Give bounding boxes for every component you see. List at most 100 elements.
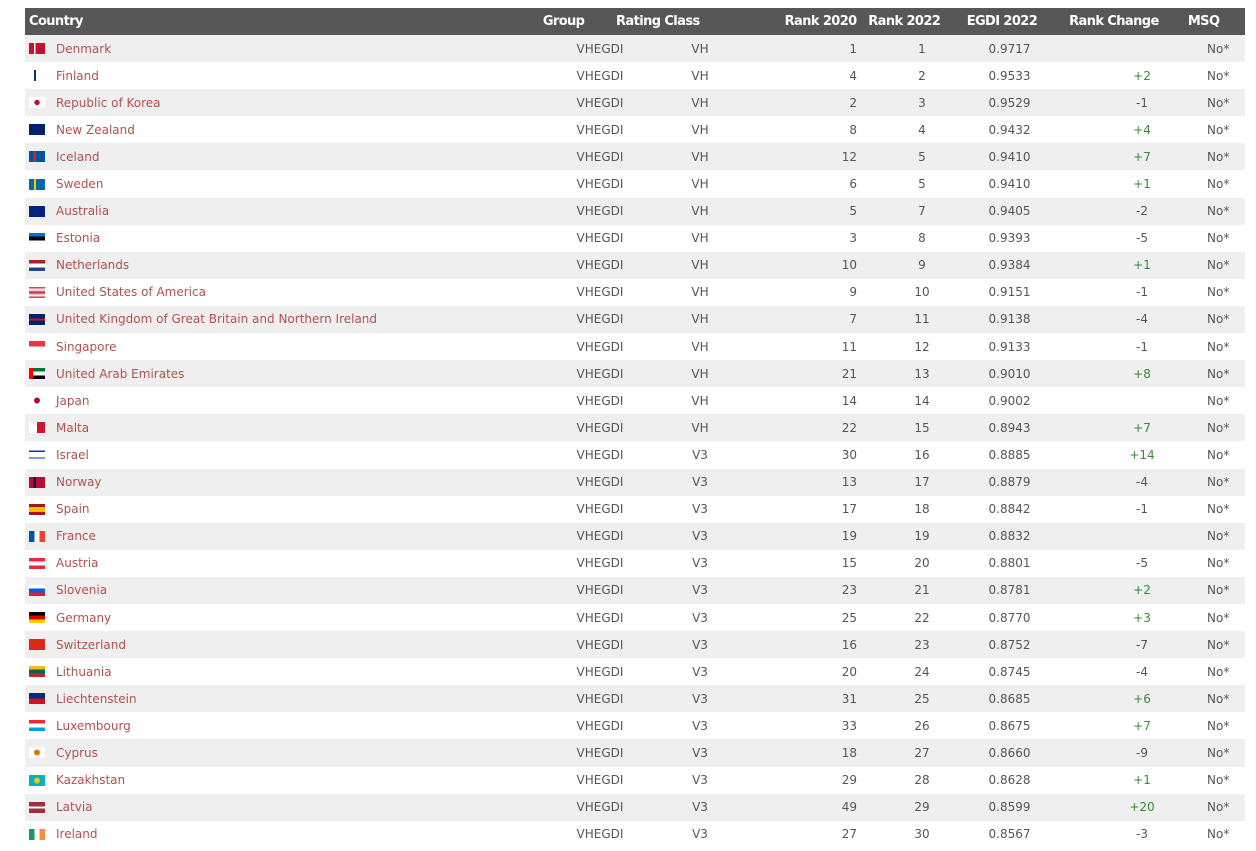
flag-icon bbox=[29, 178, 45, 190]
country-link[interactable]: United Arab Emirates bbox=[56, 367, 184, 381]
country-link[interactable]: Australia bbox=[56, 204, 109, 218]
country-link[interactable]: Finland bbox=[56, 69, 99, 83]
country-cell: Kazakhstan bbox=[25, 773, 535, 787]
flag-icon bbox=[29, 557, 45, 569]
header-msq[interactable]: MSQ bbox=[1176, 14, 1245, 29]
rank-2020-cell: 22 bbox=[841, 420, 857, 435]
rank-2020-cell: 27 bbox=[841, 827, 857, 842]
egdi-2022-cell: 0.8752 bbox=[988, 637, 1031, 652]
rank-2022-cell: 13 bbox=[914, 366, 930, 381]
rating-class-cell: VH bbox=[691, 339, 709, 354]
country-cell: Finland bbox=[25, 69, 535, 83]
country-link[interactable]: Ireland bbox=[56, 827, 98, 841]
group-cell: VHEGDI bbox=[576, 800, 624, 815]
country-link[interactable]: Japan bbox=[56, 394, 89, 408]
group-cell: VHEGDI bbox=[576, 177, 624, 192]
country-cell: Cyprus bbox=[25, 746, 535, 760]
header-group[interactable]: Group bbox=[511, 14, 616, 29]
rank-2020-cell: 19 bbox=[841, 529, 857, 544]
country-link[interactable]: Switzerland bbox=[56, 638, 126, 652]
rating-class-cell: V3 bbox=[692, 583, 708, 598]
rank-2022-cell: 15 bbox=[914, 420, 930, 435]
country-cell: United States of America bbox=[25, 285, 535, 299]
country-link[interactable]: Netherlands bbox=[56, 258, 129, 272]
country-link[interactable]: Malta bbox=[56, 421, 89, 435]
header-country[interactable]: Country bbox=[25, 14, 511, 29]
header-rank-change[interactable]: Rank Change bbox=[1052, 14, 1176, 29]
country-link[interactable]: Liechtenstein bbox=[56, 692, 137, 706]
rank-change-cell: -7 bbox=[1136, 637, 1148, 652]
egdi-2022-cell: 0.8943 bbox=[988, 420, 1031, 435]
country-link[interactable]: Republic of Korea bbox=[56, 96, 161, 110]
rank-change-cell: -1 bbox=[1136, 502, 1148, 517]
rating-class-cell: VH bbox=[691, 258, 709, 273]
country-link[interactable]: Cyprus bbox=[56, 746, 98, 760]
country-link[interactable]: Kazakhstan bbox=[56, 773, 125, 787]
country-link[interactable]: Iceland bbox=[56, 150, 99, 164]
country-link[interactable]: Israel bbox=[56, 448, 89, 462]
country-cell: Germany bbox=[25, 611, 535, 625]
group-cell: VHEGDI bbox=[576, 285, 624, 300]
rank-2022-cell: 30 bbox=[914, 827, 930, 842]
rank-2020-cell: 21 bbox=[841, 366, 857, 381]
country-link[interactable]: Spain bbox=[56, 502, 90, 516]
country-link[interactable]: New Zealand bbox=[56, 123, 135, 137]
country-link[interactable]: Lithuania bbox=[56, 665, 112, 679]
flag-icon bbox=[29, 828, 45, 840]
country-cell: Switzerland bbox=[25, 638, 535, 652]
country-link[interactable]: Germany bbox=[56, 611, 111, 625]
egdi-2022-cell: 0.8832 bbox=[988, 529, 1031, 544]
rank-2020-cell: 31 bbox=[841, 691, 857, 706]
rank-change-cell: -4 bbox=[1136, 475, 1148, 490]
country-cell: Israel bbox=[25, 448, 535, 462]
country-link[interactable]: United Kingdom of Great Britain and Nort… bbox=[56, 312, 377, 326]
flag-icon bbox=[29, 341, 45, 353]
table-row: France VHEGDI V3 19 19 0.8832 No* bbox=[25, 522, 1245, 550]
country-cell: Australia bbox=[25, 204, 535, 218]
header-rank-2022[interactable]: Rank 2022 bbox=[857, 14, 952, 29]
country-link[interactable]: Luxembourg bbox=[56, 719, 131, 733]
rank-change-cell: +7 bbox=[1133, 149, 1151, 164]
msq-cell: No* bbox=[1207, 529, 1230, 544]
flag-icon bbox=[29, 205, 45, 217]
rank-change-cell: +2 bbox=[1133, 68, 1151, 83]
country-cell: United Kingdom of Great Britain and Nort… bbox=[25, 312, 535, 326]
table-row: Sweden VHEGDI VH 6 5 0.9410 +1 No* bbox=[25, 170, 1245, 197]
country-link[interactable]: Latvia bbox=[56, 800, 93, 814]
rank-2022-cell: 5 bbox=[918, 149, 926, 164]
rating-class-cell: V3 bbox=[692, 800, 708, 815]
rank-change-cell: -3 bbox=[1136, 827, 1148, 842]
country-cell: Malta bbox=[25, 421, 535, 435]
country-cell: Spain bbox=[25, 502, 535, 516]
rating-class-cell: VH bbox=[691, 149, 709, 164]
table-header: Country Group Rating Class Rank 2020 Ran… bbox=[25, 8, 1245, 35]
msq-cell: No* bbox=[1207, 177, 1230, 192]
table-row: Norway VHEGDI V3 13 17 0.8879 -4 No* bbox=[25, 468, 1245, 496]
flag-icon bbox=[29, 720, 45, 732]
header-rating-class[interactable]: Rating Class bbox=[616, 14, 700, 29]
country-link[interactable]: Denmark bbox=[56, 42, 111, 56]
header-rank-2020[interactable]: Rank 2020 bbox=[666, 14, 858, 29]
rating-class-cell: V3 bbox=[692, 610, 708, 625]
country-link[interactable]: Slovenia bbox=[56, 583, 107, 597]
rank-2020-cell: 14 bbox=[841, 393, 857, 408]
egdi-2022-cell: 0.8567 bbox=[988, 827, 1031, 842]
egdi-2022-cell: 0.8879 bbox=[988, 475, 1031, 490]
country-link[interactable]: Sweden bbox=[56, 177, 103, 191]
country-link[interactable]: Norway bbox=[56, 475, 102, 489]
country-link[interactable]: United States of America bbox=[56, 285, 206, 299]
table-row: New Zealand VHEGDI VH 8 4 0.9432 +4 No* bbox=[25, 116, 1245, 143]
egdi-2022-cell: 0.8770 bbox=[988, 610, 1031, 625]
egdi-ranking-table: Country Group Rating Class Rank 2020 Ran… bbox=[25, 8, 1245, 848]
country-link[interactable]: Singapore bbox=[56, 340, 117, 354]
table-row: Latvia VHEGDI V3 49 29 0.8599 +20 No* bbox=[25, 793, 1245, 821]
country-link[interactable]: France bbox=[56, 529, 96, 543]
country-link[interactable]: Estonia bbox=[56, 231, 100, 245]
country-cell: Lithuania bbox=[25, 665, 535, 679]
msq-cell: No* bbox=[1207, 339, 1230, 354]
rank-change-cell: +8 bbox=[1133, 366, 1151, 381]
header-egdi-2022[interactable]: EGDI 2022 bbox=[952, 14, 1052, 29]
country-link[interactable]: Austria bbox=[56, 556, 98, 570]
flag-icon bbox=[29, 639, 45, 651]
flag-icon bbox=[29, 232, 45, 244]
